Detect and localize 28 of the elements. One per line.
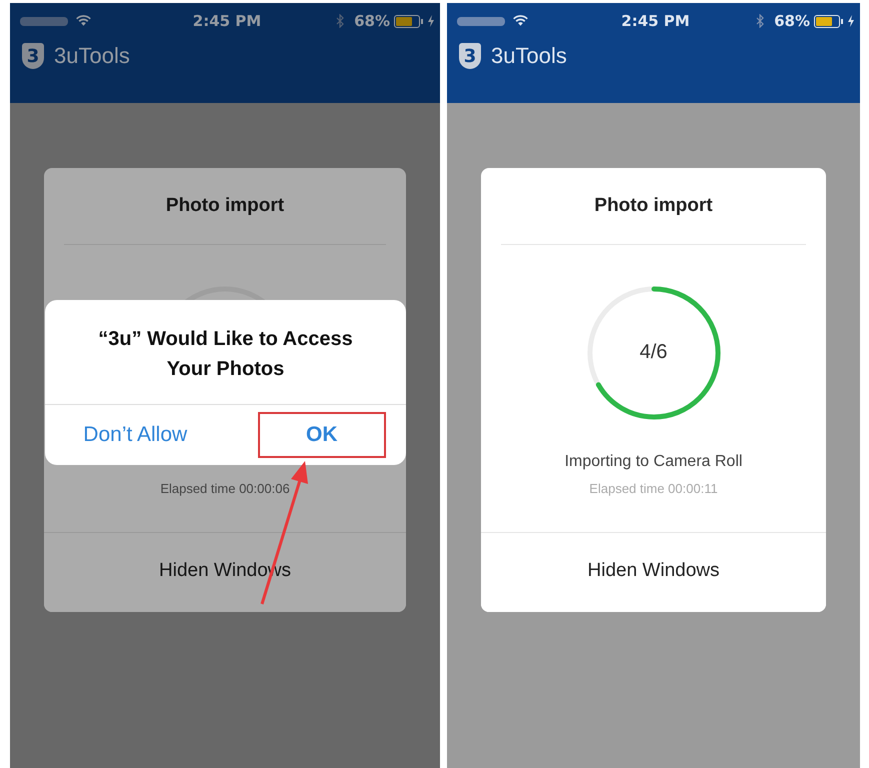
dialog-title: Photo import (501, 168, 806, 245)
status-time: 2:45 PM (621, 12, 690, 30)
blurred-carrier (457, 16, 505, 26)
bluetooth-icon (756, 14, 764, 28)
battery-icon (814, 14, 844, 28)
battery-percent: 68% (774, 12, 810, 30)
blurred-carrier (20, 16, 68, 26)
battery-percent: 68% (354, 12, 390, 30)
status-time: 2:45 PM (192, 12, 262, 30)
bluetooth-icon (336, 14, 344, 28)
app-title: 3uTools (54, 43, 130, 69)
alert-title: “3u” Would Like to Access Your Photos (45, 300, 406, 405)
alert-button[interactable]: Don’t Allow (45, 405, 226, 465)
dialog-title: Photo import (64, 168, 386, 245)
app-logo: 3 (22, 43, 44, 69)
wifi-icon (513, 15, 528, 27)
app-logo: 3 (459, 43, 481, 69)
wifi-icon (76, 15, 91, 27)
charging-icon (428, 15, 434, 27)
elapsed-time: Elapsed time 00:00:11 (589, 481, 718, 496)
progress-count: 4/6 (638, 341, 668, 364)
alert-button[interactable]: OK (258, 412, 386, 458)
app-title: 3uTools (491, 43, 567, 69)
import-status: Importing to Camera Roll (564, 453, 742, 470)
elapsed-time: Elapsed time 00:00:06 (160, 481, 290, 496)
hide-windows-button[interactable]: Hiden Windows (481, 532, 826, 612)
battery-icon (394, 14, 424, 28)
charging-icon (848, 15, 854, 27)
